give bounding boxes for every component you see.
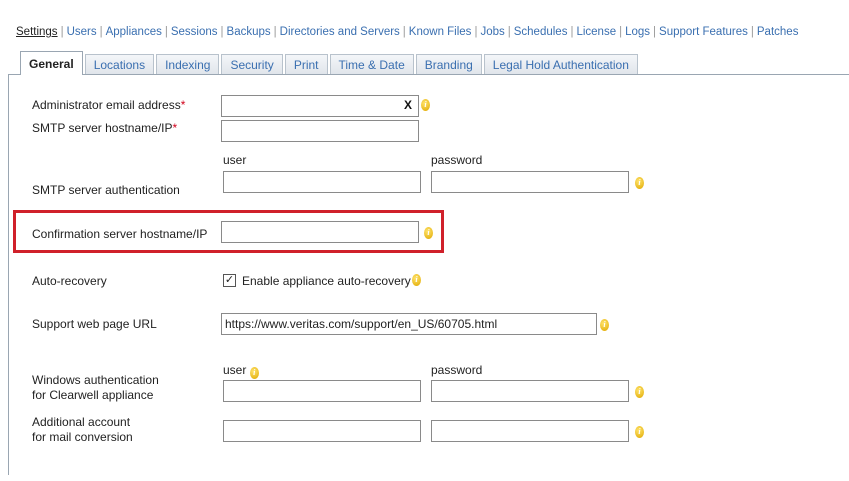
win-auth-label: Windows authentication for Clearwell app… (32, 373, 159, 403)
nav-schedules[interactable]: Schedules (514, 26, 568, 38)
win-user-input[interactable] (223, 380, 421, 402)
info-icon[interactable]: i (424, 227, 433, 239)
admin-email-label-text: Administrator email address (32, 98, 181, 112)
tab-legal-hold-authentication[interactable]: Legal Hold Authentication (483, 54, 638, 75)
nav-separator: | (653, 26, 657, 38)
win-user-label-text: user (223, 363, 247, 377)
nav-separator: | (273, 26, 277, 38)
info-icon[interactable]: i (412, 274, 421, 286)
tab-indexing[interactable]: Indexing (156, 54, 220, 75)
tab-print[interactable]: Print (284, 54, 328, 75)
required-mark: * (172, 121, 178, 135)
smtp-host-input[interactable] (221, 120, 419, 142)
info-icon[interactable]: i (421, 99, 430, 111)
additional-account-user-input[interactable] (223, 420, 421, 442)
clear-icon[interactable]: X (404, 98, 412, 112)
additional-account-label: Additional account for mail conversion (32, 415, 133, 445)
autorecovery-label: Auto-recovery (32, 274, 107, 288)
autorecovery-checkbox[interactable]: ✓ (223, 274, 236, 287)
smtp-auth-label: SMTP server authentication (32, 183, 180, 197)
win-auth-label-line-2: for Clearwell appliance (32, 388, 154, 402)
nav-jobs[interactable]: Jobs (480, 26, 504, 38)
nav-patches[interactable]: Patches (757, 26, 799, 38)
nav-users[interactable]: Users (67, 26, 97, 38)
info-icon[interactable]: i (635, 177, 644, 189)
nav-separator: | (164, 26, 168, 38)
nav-license[interactable]: License (576, 26, 616, 38)
win-password-label: password (431, 363, 483, 377)
smtp-host-label-text: SMTP server hostname/IP (32, 121, 173, 135)
nav-separator: | (570, 26, 574, 38)
tab-locations[interactable]: Locations (84, 54, 155, 75)
admin-email-input[interactable] (221, 95, 419, 117)
additional-account-label-line-2: for mail conversion (32, 430, 133, 444)
confirm-server-label: Confirmation server hostname/IP (32, 227, 208, 241)
additional-account-label-line-1: Additional account (32, 415, 131, 429)
info-icon[interactable]: i (635, 426, 644, 438)
win-auth-label-line-1: Windows authentication (32, 373, 159, 387)
additional-account-password-input[interactable] (431, 420, 629, 442)
nav-separator: | (619, 26, 623, 38)
nav-separator: | (60, 26, 64, 38)
check-icon: ✓ (224, 274, 235, 286)
smtp-host-label: SMTP server hostname/IP* (32, 121, 177, 136)
smtp-password-input[interactable] (431, 171, 629, 193)
smtp-user-input[interactable] (223, 171, 421, 193)
nav-settings[interactable]: Settings (16, 26, 58, 38)
info-icon[interactable]: i (249, 367, 259, 379)
info-icon[interactable]: i (635, 386, 644, 398)
win-user-label: user i (223, 363, 259, 379)
confirm-server-input[interactable] (221, 221, 419, 243)
admin-email-label: Administrator email address* (32, 98, 185, 113)
required-mark: * (180, 98, 186, 112)
nav-separator: | (750, 26, 754, 38)
nav-logs[interactable]: Logs (625, 26, 650, 38)
support-url-input[interactable]: https://www.veritas.com/support/en_US/60… (221, 313, 597, 335)
general-settings-panel: Administrator email address* X i SMTP se… (8, 74, 849, 475)
nav-separator: | (220, 26, 224, 38)
nav-directories-and-servers[interactable]: Directories and Servers (280, 26, 400, 38)
nav-support-features[interactable]: Support Features (659, 26, 748, 38)
nav-sessions[interactable]: Sessions (171, 26, 218, 38)
nav-appliances[interactable]: Appliances (106, 26, 162, 38)
nav-separator: | (474, 26, 478, 38)
support-url-label: Support web page URL (32, 317, 157, 331)
nav-separator: | (402, 26, 406, 38)
settings-tabs: General Locations Indexing Security Prin… (20, 51, 640, 75)
nav-separator: | (507, 26, 511, 38)
tab-general[interactable]: General (20, 51, 83, 75)
nav-separator: | (99, 26, 103, 38)
tab-time-date[interactable]: Time & Date (329, 54, 414, 75)
smtp-password-label: password (431, 153, 483, 167)
nav-backups[interactable]: Backups (227, 26, 271, 38)
tab-branding[interactable]: Branding (415, 54, 482, 75)
autorecovery-checkbox-label[interactable]: Enable appliance auto-recovery (242, 274, 411, 289)
nav-known-files[interactable]: Known Files (409, 26, 472, 38)
tab-security[interactable]: Security (221, 54, 283, 75)
smtp-user-label: user (223, 153, 247, 167)
settings-nav: Settings | Users | Appliances | Sessions | Backu… (16, 26, 798, 38)
info-icon[interactable]: i (600, 319, 609, 331)
win-password-input[interactable] (431, 380, 629, 402)
